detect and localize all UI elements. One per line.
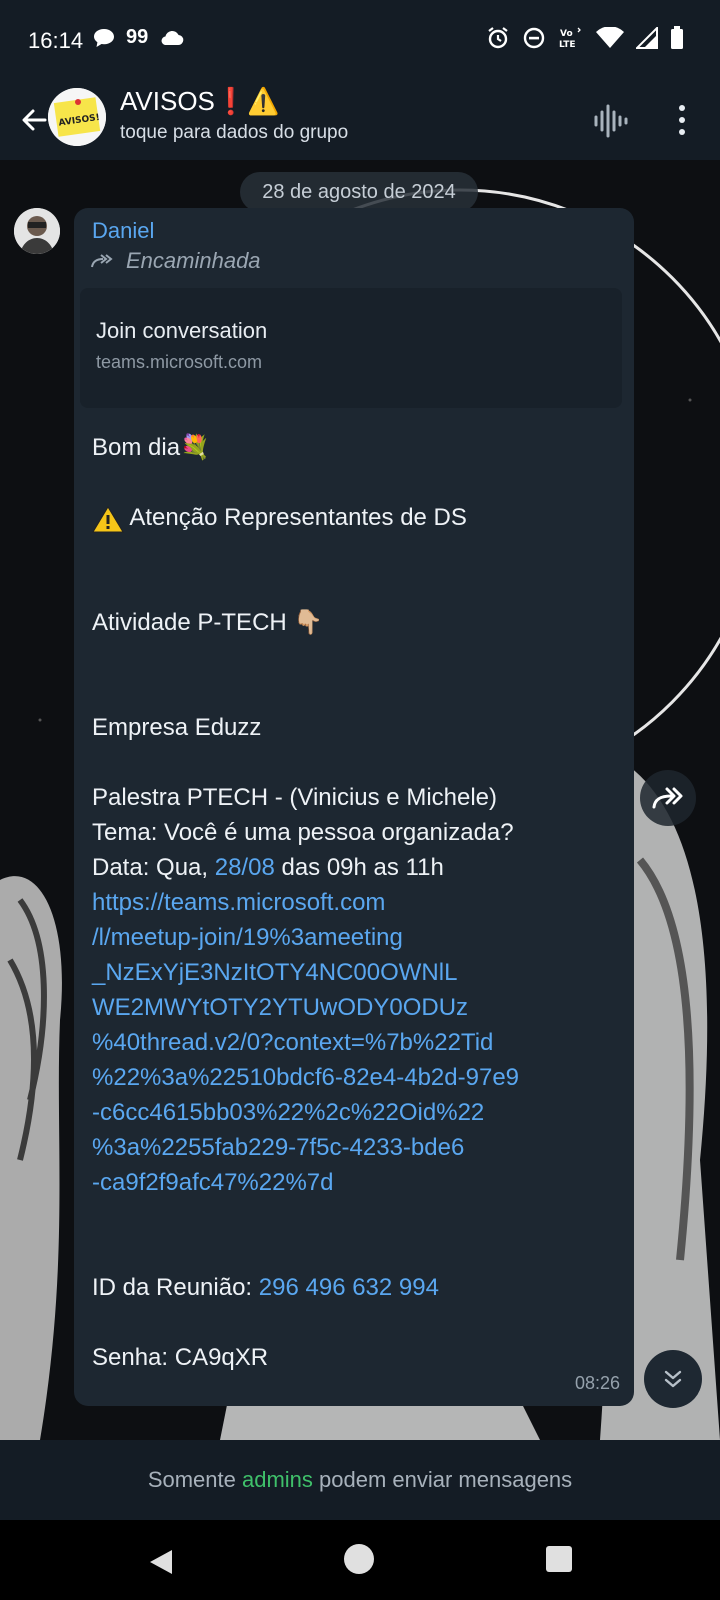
text-line: Empresa Eduzz (92, 714, 262, 741)
text-line: Atividade P-TECH 👇🏼 (92, 609, 324, 636)
link-preview-domain: teams.microsoft.com (96, 352, 263, 372)
group-avatar[interactable]: AVISOS! (48, 88, 106, 146)
url-line[interactable]: %3a%2255fab229-7f5c-4233-bde6 (92, 1130, 622, 1165)
alarm-icon (488, 27, 508, 49)
signal-icon (636, 27, 658, 49)
svg-text:LTE: LTE (559, 40, 576, 50)
notice-suffix: podem enviar mensagens (312, 1467, 573, 1492)
group-subtitle[interactable]: toque para dados do grupo (120, 122, 348, 144)
double-chevron-down-icon (664, 1370, 682, 1388)
text-line: Atenção Representantes de DS (92, 500, 622, 535)
more-options-button[interactable] (664, 98, 700, 142)
cloud-icon (161, 30, 184, 45)
nav-back-icon[interactable] (148, 1548, 174, 1576)
waveform-icon (594, 104, 628, 138)
chat-header[interactable]: AVISOS! AVISOS❗⚠️ toque para dados do gr… (0, 80, 720, 160)
text-line: Tema: Você é uma pessoa organizada? (92, 819, 514, 846)
url-line[interactable]: %40thread.v2/0?context=%7b%22Tid (92, 1025, 622, 1060)
text-line: Senha: CA9qXR (92, 1344, 269, 1371)
text-line: Palestra PTECH - (Vinicius e Michele) (92, 784, 498, 811)
volte-icon: VoLTE (559, 27, 581, 50)
sender-avatar[interactable] (14, 208, 60, 254)
status-left-icons: 99 (92, 26, 184, 49)
scroll-to-bottom-button[interactable] (644, 1350, 702, 1408)
meeting-id-link[interactable]: 296 496 632 994 (259, 1274, 439, 1301)
message-text: Bom dia💐 Atenção Representantes de DS At… (92, 430, 622, 1375)
forwarded-header: Encaminhada (90, 248, 261, 274)
status-bar: 16:14 99 Vo LTE (0, 0, 720, 80)
text-line: Data: Qua, 28/08 das 09h as 11h (92, 854, 444, 881)
admins-link[interactable]: admins (242, 1467, 313, 1493)
nav-recents-icon[interactable] (546, 1546, 572, 1572)
notice-prefix: Somente (147, 1467, 242, 1492)
link-preview-card[interactable]: Join conversation teams.microsoft.com (80, 288, 622, 408)
wifi-icon (596, 27, 624, 48)
dot-icon (679, 129, 685, 135)
url-line[interactable]: _NzExYjE3NzItOTY4NC00OWNlL (92, 955, 622, 990)
group-title[interactable]: AVISOS❗⚠️ (120, 86, 280, 117)
voice-chat-button[interactable] (590, 100, 632, 142)
battery-icon (671, 26, 683, 49)
message-bubble[interactable]: Daniel Encaminhada Join conversation tea… (74, 208, 634, 1406)
url-line[interactable]: WE2MWYtOTY2YTUwODY0ODUz (92, 990, 622, 1025)
dnd-icon (523, 27, 545, 49)
date-separator: 28 de agosto de 2024 (240, 172, 478, 212)
link-preview-title: Join conversation (96, 318, 268, 343)
date-link[interactable]: 28/08 (215, 854, 275, 881)
text-line: ID da Reunião: 296 496 632 994 (92, 1274, 439, 1301)
dot-icon (679, 105, 685, 111)
forwarded-label: Encaminhada (126, 248, 261, 273)
text-line: Bom dia💐 (92, 434, 210, 461)
system-navigation-bar (0, 1520, 720, 1600)
share-button[interactable] (640, 770, 696, 826)
read-only-notice: Somente admins podem enviar mensagens (0, 1440, 720, 1520)
chat-bubble-icon (94, 28, 114, 47)
dot-icon (679, 117, 685, 123)
url-line[interactable]: -ca9f2f9afc47%22%7d (92, 1165, 622, 1200)
quote-icon: 99 (126, 26, 149, 48)
warning-icon (92, 505, 124, 533)
svg-text:Vo: Vo (560, 29, 573, 39)
url-line[interactable]: %22%3a%22510bdcf6-82e4-4b2d-97e9 (92, 1060, 622, 1095)
nav-home-icon[interactable] (344, 1544, 374, 1574)
url-line[interactable]: -c6cc4615bb03%22%2c%22Oid%22 (92, 1095, 622, 1130)
arrow-left-icon (22, 109, 47, 131)
forward-icon (652, 787, 683, 809)
chat-area[interactable]: 28 de agosto de 2024 Daniel Encaminhada … (0, 160, 720, 1440)
sender-name[interactable]: Daniel (92, 218, 154, 244)
message-time: 08:26 (574, 1373, 620, 1393)
url-line[interactable]: /l/meetup-join/19%3ameeting (92, 920, 622, 955)
status-time: 16:14 (28, 28, 84, 53)
status-right-icons: Vo LTE (486, 26, 684, 50)
url-line[interactable]: https://teams.microsoft.com (92, 885, 622, 920)
forward-arrows-icon (91, 254, 113, 268)
